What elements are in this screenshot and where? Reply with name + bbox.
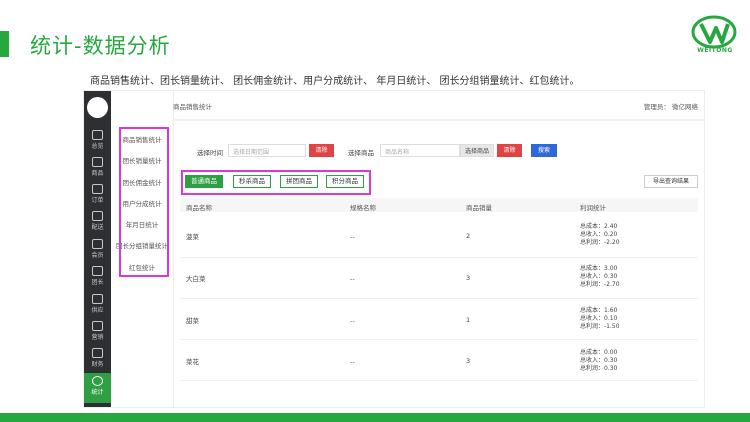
profit-cost: 总成本：3.00 xyxy=(580,265,618,272)
finance-icon xyxy=(92,348,103,358)
profit-net: 总利润：-2.70 xyxy=(580,281,620,288)
clear-goods-button[interactable]: 清除 xyxy=(497,144,522,157)
profit-income: 总收入：0.30 xyxy=(580,273,618,280)
nav-item-marketing[interactable]: 营销 xyxy=(84,318,111,344)
sales-qty: 1 xyxy=(466,316,471,324)
profit-income: 总收入：0.10 xyxy=(580,315,618,322)
sales-qty: 2 xyxy=(466,232,471,240)
tab-normal-goods[interactable]: 普通商品 xyxy=(185,175,223,188)
table-row: 菠菜 -- 2 总成本：2.40 总收入：0.20 总利润：-2.20 xyxy=(180,217,698,258)
search-button[interactable]: 搜索 xyxy=(531,144,557,157)
supply-icon xyxy=(92,294,103,304)
goods-name-input[interactable]: 商品名称 xyxy=(380,144,460,157)
admin-label: 管理员： 微亿网络 xyxy=(643,103,698,111)
spec-name: -- xyxy=(350,317,355,325)
breadcrumb: 商品销售统计 xyxy=(173,103,212,111)
profit-income: 总收入：0.30 xyxy=(580,357,618,364)
logo-text: WEITONG xyxy=(697,47,733,54)
table-header: 商品名称 规格名称 商品销量 利润统计 xyxy=(180,198,698,212)
footer-accent-bar xyxy=(0,413,750,422)
col-profit: 利润统计 xyxy=(580,204,606,212)
table-row: 菜花 -- 3 总成本：0.00 总收入：0.30 总利润：0.30 xyxy=(180,340,698,381)
topbar: 商品销售统计 管理员： 微亿网络 xyxy=(173,91,704,121)
table-row: 大白菜 -- 3 总成本：3.00 总收入：0.30 总利润：-2.70 xyxy=(180,258,698,299)
nav-item-overview[interactable]: 总览 xyxy=(84,127,111,153)
goods-name: 菜花 xyxy=(186,358,199,366)
goods-label: 选择商品 xyxy=(348,149,374,157)
profit-cost: 总成本：0.00 xyxy=(580,349,618,356)
nav-item-goods[interactable]: 商品 xyxy=(84,154,111,180)
title-accent-bar xyxy=(0,31,9,57)
topbar-divider xyxy=(173,119,704,121)
leader-icon xyxy=(92,266,103,276)
export-results-button[interactable]: 导出查询结果 xyxy=(644,175,698,188)
col-sales-qty: 商品销量 xyxy=(466,204,492,212)
spec-name: -- xyxy=(350,233,355,241)
profit-cost: 总成本：1.60 xyxy=(580,307,618,314)
home-icon xyxy=(92,130,103,140)
nav-item-supply[interactable]: 供应 xyxy=(84,291,111,317)
profit-net: 总利润：0.30 xyxy=(580,365,618,372)
delivery-icon xyxy=(92,211,103,221)
nav-item-orders[interactable]: 订单 xyxy=(84,181,111,207)
marketing-icon xyxy=(92,321,103,331)
stats-icon xyxy=(92,376,103,386)
nav-item-stats[interactable]: 统计 xyxy=(84,373,111,403)
tab-flash-sale-goods[interactable]: 秒杀商品 xyxy=(233,175,271,188)
nav-item-members[interactable]: 会员 xyxy=(84,236,111,262)
nav-item-leaders[interactable]: 团长 xyxy=(84,263,111,289)
date-range-input[interactable]: 选择日期范围 xyxy=(228,144,306,157)
member-icon xyxy=(92,239,103,249)
spec-name: -- xyxy=(350,358,355,366)
main-nav: 总览 商品 订单 配送 会员 团长 供应 营销 财务 统计 xyxy=(84,91,111,407)
sales-qty: 3 xyxy=(466,274,471,282)
subnav-highlight-box xyxy=(119,127,169,277)
goods-name: 大白菜 xyxy=(186,275,206,283)
profit-net: 总利润：-2.20 xyxy=(580,239,620,246)
col-spec-name: 规格名称 xyxy=(350,204,376,212)
profit-net: 总利润：-1.50 xyxy=(580,323,620,330)
goods-icon xyxy=(92,157,103,167)
goods-name: 甜菜 xyxy=(186,317,199,325)
nav-item-delivery[interactable]: 配送 xyxy=(84,208,111,234)
table-row: 甜菜 -- 1 总成本：1.60 总收入：0.10 总利润：-1.50 xyxy=(180,299,698,340)
admin-screenshot: 总览 商品 订单 配送 会员 团长 供应 营销 财务 统计 商品销售统计 团长销… xyxy=(84,91,704,407)
time-label: 选择时间 xyxy=(197,149,223,157)
profit-cost: 总成本：2.40 xyxy=(580,223,618,230)
slide-subtitle: 商品销售统计、团长销量统计、 团长佣金统计、用户分成统计、 年月日统计、 团长分… xyxy=(90,76,580,87)
goods-name: 菠菜 xyxy=(186,233,199,241)
nav-item-finance[interactable]: 财务 xyxy=(84,345,111,371)
spec-name: -- xyxy=(350,275,355,283)
profit-income: 总收入：0.20 xyxy=(580,231,618,238)
clear-date-button[interactable]: 清除 xyxy=(309,144,334,157)
tab-points-goods[interactable]: 积分商品 xyxy=(326,175,364,188)
order-icon xyxy=(92,184,103,194)
tab-group-buy-goods[interactable]: 拼团商品 xyxy=(280,175,318,188)
sales-qty: 3 xyxy=(466,357,471,365)
select-goods-button[interactable]: 选择商品 xyxy=(460,144,494,157)
slide-title: 统计-数据分析 xyxy=(30,34,171,58)
col-goods-name: 商品名称 xyxy=(186,204,212,212)
avatar[interactable] xyxy=(87,97,108,118)
